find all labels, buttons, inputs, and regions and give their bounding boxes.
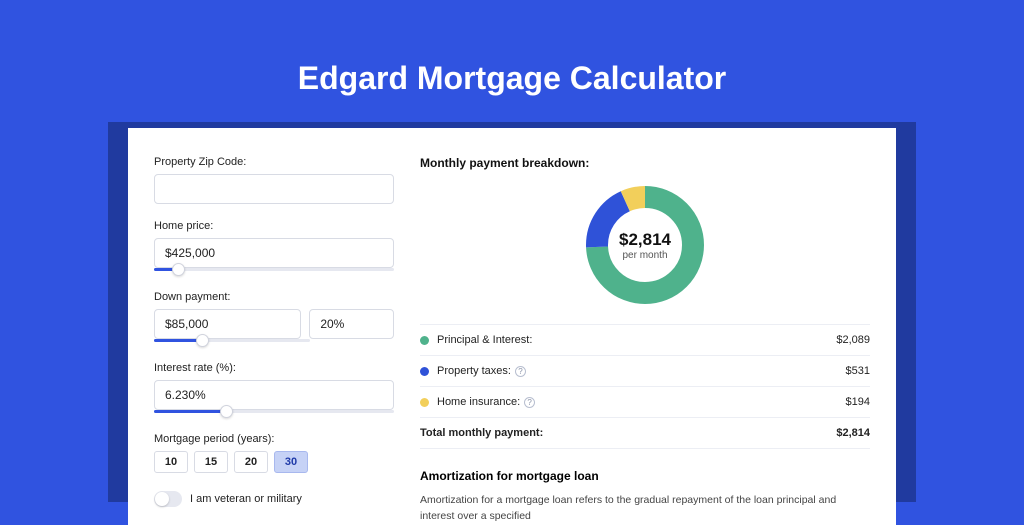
legend-value: $194 [846, 396, 870, 408]
period-label: Mortgage period (years): [154, 433, 394, 445]
legend-row-taxes: Property taxes: ? $531 [420, 356, 870, 387]
legend: Principal & Interest: $2,089 Property ta… [420, 324, 870, 449]
donut-chart: $2,814 per month [584, 184, 706, 306]
legend-row-total: Total monthly payment: $2,814 [420, 418, 870, 449]
legend-total-label: Total monthly payment: [420, 427, 836, 439]
dot-icon [420, 398, 429, 407]
amortization-section: Amortization for mortgage loan Amortizat… [420, 469, 870, 525]
legend-row-principal: Principal & Interest: $2,089 [420, 325, 870, 356]
veteran-label: I am veteran or military [190, 493, 302, 505]
breakdown-panel: Monthly payment breakdown: $2,814 per mo… [420, 156, 870, 525]
down-payment-amount-input[interactable] [154, 309, 301, 339]
period-group: Mortgage period (years): 10 15 20 30 [154, 433, 394, 473]
legend-name: Principal & Interest: [437, 334, 836, 346]
dot-icon [420, 367, 429, 376]
legend-name: Property taxes: ? [437, 365, 846, 377]
legend-value: $2,089 [836, 334, 870, 346]
amortization-text: Amortization for a mortgage loan refers … [420, 493, 870, 525]
help-icon[interactable]: ? [515, 366, 526, 377]
interest-label: Interest rate (%): [154, 362, 394, 374]
period-option-20[interactable]: 20 [234, 451, 268, 473]
donut-center-sub: per month [622, 250, 667, 261]
interest-slider[interactable] [154, 409, 394, 423]
period-options: 10 15 20 30 [154, 451, 394, 473]
down-payment-percent-input[interactable] [309, 309, 394, 339]
home-price-input[interactable] [154, 238, 394, 268]
period-option-30[interactable]: 30 [274, 451, 308, 473]
dot-icon [420, 336, 429, 345]
legend-total-value: $2,814 [836, 427, 870, 439]
page-title: Edgard Mortgage Calculator [0, 0, 1024, 125]
zip-group: Property Zip Code: [154, 156, 394, 204]
veteran-toggle[interactable] [154, 491, 182, 507]
period-option-10[interactable]: 10 [154, 451, 188, 473]
down-payment-label: Down payment: [154, 291, 394, 303]
legend-value: $531 [846, 365, 870, 377]
donut-center: $2,814 per month [584, 184, 706, 306]
period-option-15[interactable]: 15 [194, 451, 228, 473]
zip-input[interactable] [154, 174, 394, 204]
help-icon[interactable]: ? [524, 397, 535, 408]
calculator-card: Property Zip Code: Home price: Down paym… [128, 128, 896, 525]
veteran-row: I am veteran or military [154, 491, 394, 507]
interest-input[interactable] [154, 380, 394, 410]
home-price-group: Home price: [154, 220, 394, 281]
home-price-slider[interactable] [154, 267, 394, 281]
inputs-panel: Property Zip Code: Home price: Down paym… [154, 156, 394, 525]
zip-label: Property Zip Code: [154, 156, 394, 168]
breakdown-title: Monthly payment breakdown: [420, 156, 870, 170]
donut-chart-wrap: $2,814 per month [420, 184, 870, 306]
down-payment-slider[interactable] [154, 338, 310, 352]
legend-name: Home insurance: ? [437, 396, 846, 408]
legend-row-insurance: Home insurance: ? $194 [420, 387, 870, 418]
interest-group: Interest rate (%): [154, 362, 394, 423]
amortization-title: Amortization for mortgage loan [420, 469, 870, 483]
home-price-label: Home price: [154, 220, 394, 232]
down-payment-group: Down payment: [154, 291, 394, 352]
donut-center-value: $2,814 [619, 230, 671, 250]
